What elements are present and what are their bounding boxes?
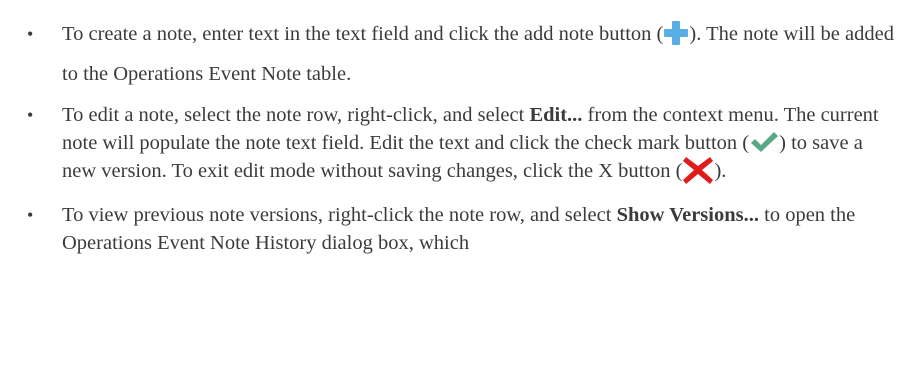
list-item-create-note: • To create a note, enter text in the te… [0,0,921,94]
bullet-glyph: • [27,205,34,226]
red-x-icon [682,155,714,185]
document-page: • To create a note, enter text in the te… [0,0,921,366]
list-item-view-versions: • To view previous note versions, right-… [0,187,921,257]
check-mark-icon [749,130,779,154]
view-versions-text-start: To view previous note versions, right-cl… [62,204,617,227]
show-versions-menu-label: Show Versions... [616,204,759,227]
bullet-glyph: • [27,105,34,125]
edit-menu-label: Edit... [529,104,583,126]
create-note-text-start: To create a note, enter text in the text… [62,23,664,45]
edit-note-text-end: ). [714,160,727,182]
add-plus-icon [663,20,689,46]
bullet-glyph: • [27,24,34,44]
edit-note-text-start: To edit a note, select the note row, rig… [62,104,530,126]
list-item-edit-note: • To edit a note, select the note row, r… [0,94,921,187]
instruction-list: • To create a note, enter text in the te… [0,0,921,257]
